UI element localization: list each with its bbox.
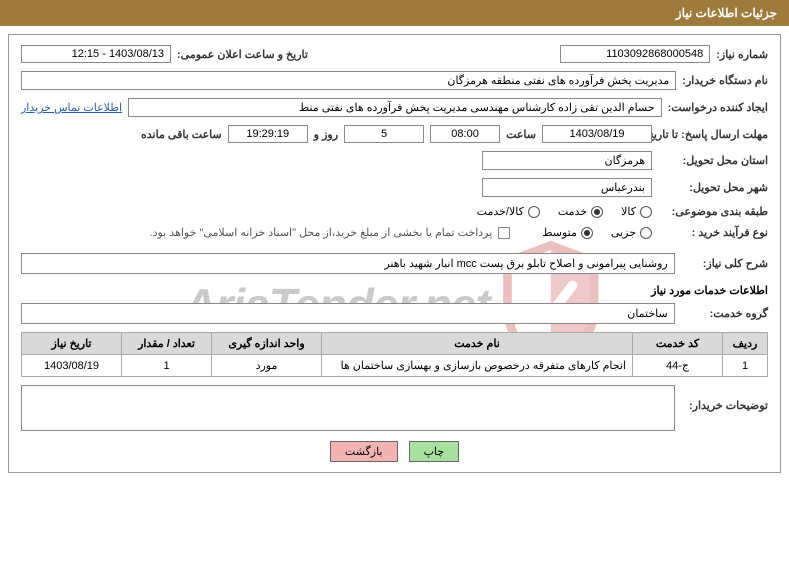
- need-number-value: 1103092868000548: [560, 45, 710, 63]
- buyer-org-label: نام دستگاه خریدار:: [682, 74, 768, 87]
- summary-label: شرح کلی نیاز:: [681, 257, 768, 270]
- table-row: 1 ج-44 انجام کارهای متفرقه درخصوص بازساز…: [22, 355, 768, 377]
- page-header: جزئیات اطلاعات نیاز: [0, 0, 789, 26]
- service-group-label: گروه خدمت:: [681, 307, 768, 320]
- buyer-notes-box: [21, 385, 675, 431]
- summary-value: روشنایی پیرامونی و اصلاح تابلو برق پست m…: [21, 253, 675, 274]
- announce-datetime-label: تاریخ و ساعت اعلان عمومی:: [177, 48, 308, 61]
- cell-unit: مورد: [212, 355, 322, 377]
- table-header-row: ردیف کد خدمت نام خدمت واحد اندازه گیری ت…: [22, 333, 768, 355]
- city-value: بندرعباس: [482, 178, 652, 197]
- radio-icon: [528, 206, 540, 218]
- city-label: شهر محل تحویل:: [658, 181, 768, 194]
- buyer-notes-label: توضیحات خریدار:: [681, 385, 768, 412]
- th-qty: تعداد / مقدار: [122, 333, 212, 355]
- radio-icon: [640, 227, 652, 239]
- radio-label: خدمت: [558, 205, 587, 218]
- cell-service-code: ج-44: [633, 355, 723, 377]
- countdown-value: 19:29:19: [228, 125, 308, 143]
- radio-minor[interactable]: جزیی: [611, 226, 652, 239]
- radio-medium[interactable]: متوسط: [542, 226, 593, 239]
- deadline-date-value: 1403/08/19: [542, 125, 652, 143]
- th-unit: واحد اندازه گیری: [212, 333, 322, 355]
- radio-label: کالا/خدمت: [477, 205, 524, 218]
- service-group-value: ساختمان: [21, 303, 675, 324]
- services-table: ردیف کد خدمت نام خدمت واحد اندازه گیری ت…: [21, 332, 768, 377]
- th-service-name: نام خدمت: [322, 333, 633, 355]
- buyer-contact-link[interactable]: اطلاعات تماس خریدار: [21, 101, 122, 114]
- purchase-type-radio-group: جزیی متوسط: [542, 226, 652, 239]
- requester-value: حسام الدین تقی زاده کارشناس مهندسی مدیری…: [128, 98, 662, 117]
- treasury-checkbox[interactable]: [498, 227, 510, 239]
- radio-icon: [591, 206, 603, 218]
- days-and-label: روز و: [314, 128, 338, 141]
- deadline-label: مهلت ارسال پاسخ: تا تاریخ:: [658, 128, 768, 141]
- province-value: هرمزگان: [482, 151, 652, 170]
- remain-label: ساعت باقی مانده: [141, 128, 222, 141]
- services-section-header: اطلاعات خدمات مورد نیاز: [21, 284, 768, 297]
- deadline-time-value: 08:00: [430, 125, 500, 143]
- th-need-date: تاریخ نیاز: [22, 333, 122, 355]
- back-button[interactable]: بازگشت: [330, 441, 398, 462]
- subject-class-label: طبقه بندی موضوعی:: [658, 205, 768, 218]
- payment-note: پرداخت تمام یا بخشی از مبلغ خرید،از محل …: [150, 226, 493, 239]
- cell-qty: 1: [122, 355, 212, 377]
- purchase-type-label: نوع فرآیند خرید :: [658, 226, 768, 239]
- radio-goods[interactable]: کالا: [621, 205, 652, 218]
- radio-label: جزیی: [611, 226, 636, 239]
- cell-rowno: 1: [723, 355, 768, 377]
- radio-icon: [581, 227, 593, 239]
- requester-label: ایجاد کننده درخواست:: [668, 101, 768, 114]
- cell-service-name: انجام کارهای متفرقه درخصوص بازسازی و بهس…: [322, 355, 633, 377]
- announce-datetime-value: 1403/08/13 - 12:15: [21, 45, 171, 63]
- print-button[interactable]: چاپ: [409, 441, 460, 462]
- radio-service[interactable]: خدمت: [558, 205, 603, 218]
- need-number-label: شماره نیاز:: [716, 48, 768, 61]
- radio-both[interactable]: کالا/خدمت: [477, 205, 540, 218]
- page-title: جزئیات اطلاعات نیاز: [676, 6, 777, 20]
- button-bar: چاپ بازگشت: [21, 441, 768, 462]
- radio-icon: [640, 206, 652, 218]
- main-panel: شماره نیاز: 1103092868000548 تاریخ و ساع…: [8, 34, 781, 473]
- province-label: استان محل تحویل:: [658, 154, 768, 167]
- th-rowno: ردیف: [723, 333, 768, 355]
- days-count-value: 5: [344, 125, 424, 143]
- radio-label: متوسط: [542, 226, 577, 239]
- th-service-code: کد خدمت: [633, 333, 723, 355]
- radio-label: کالا: [621, 205, 636, 218]
- time-label: ساعت: [506, 128, 536, 141]
- buyer-org-value: مدیریت پخش فرآورده های نفتی منطقه هرمزگا…: [21, 71, 676, 90]
- subject-radio-group: کالا خدمت کالا/خدمت: [477, 205, 652, 218]
- cell-need-date: 1403/08/19: [22, 355, 122, 377]
